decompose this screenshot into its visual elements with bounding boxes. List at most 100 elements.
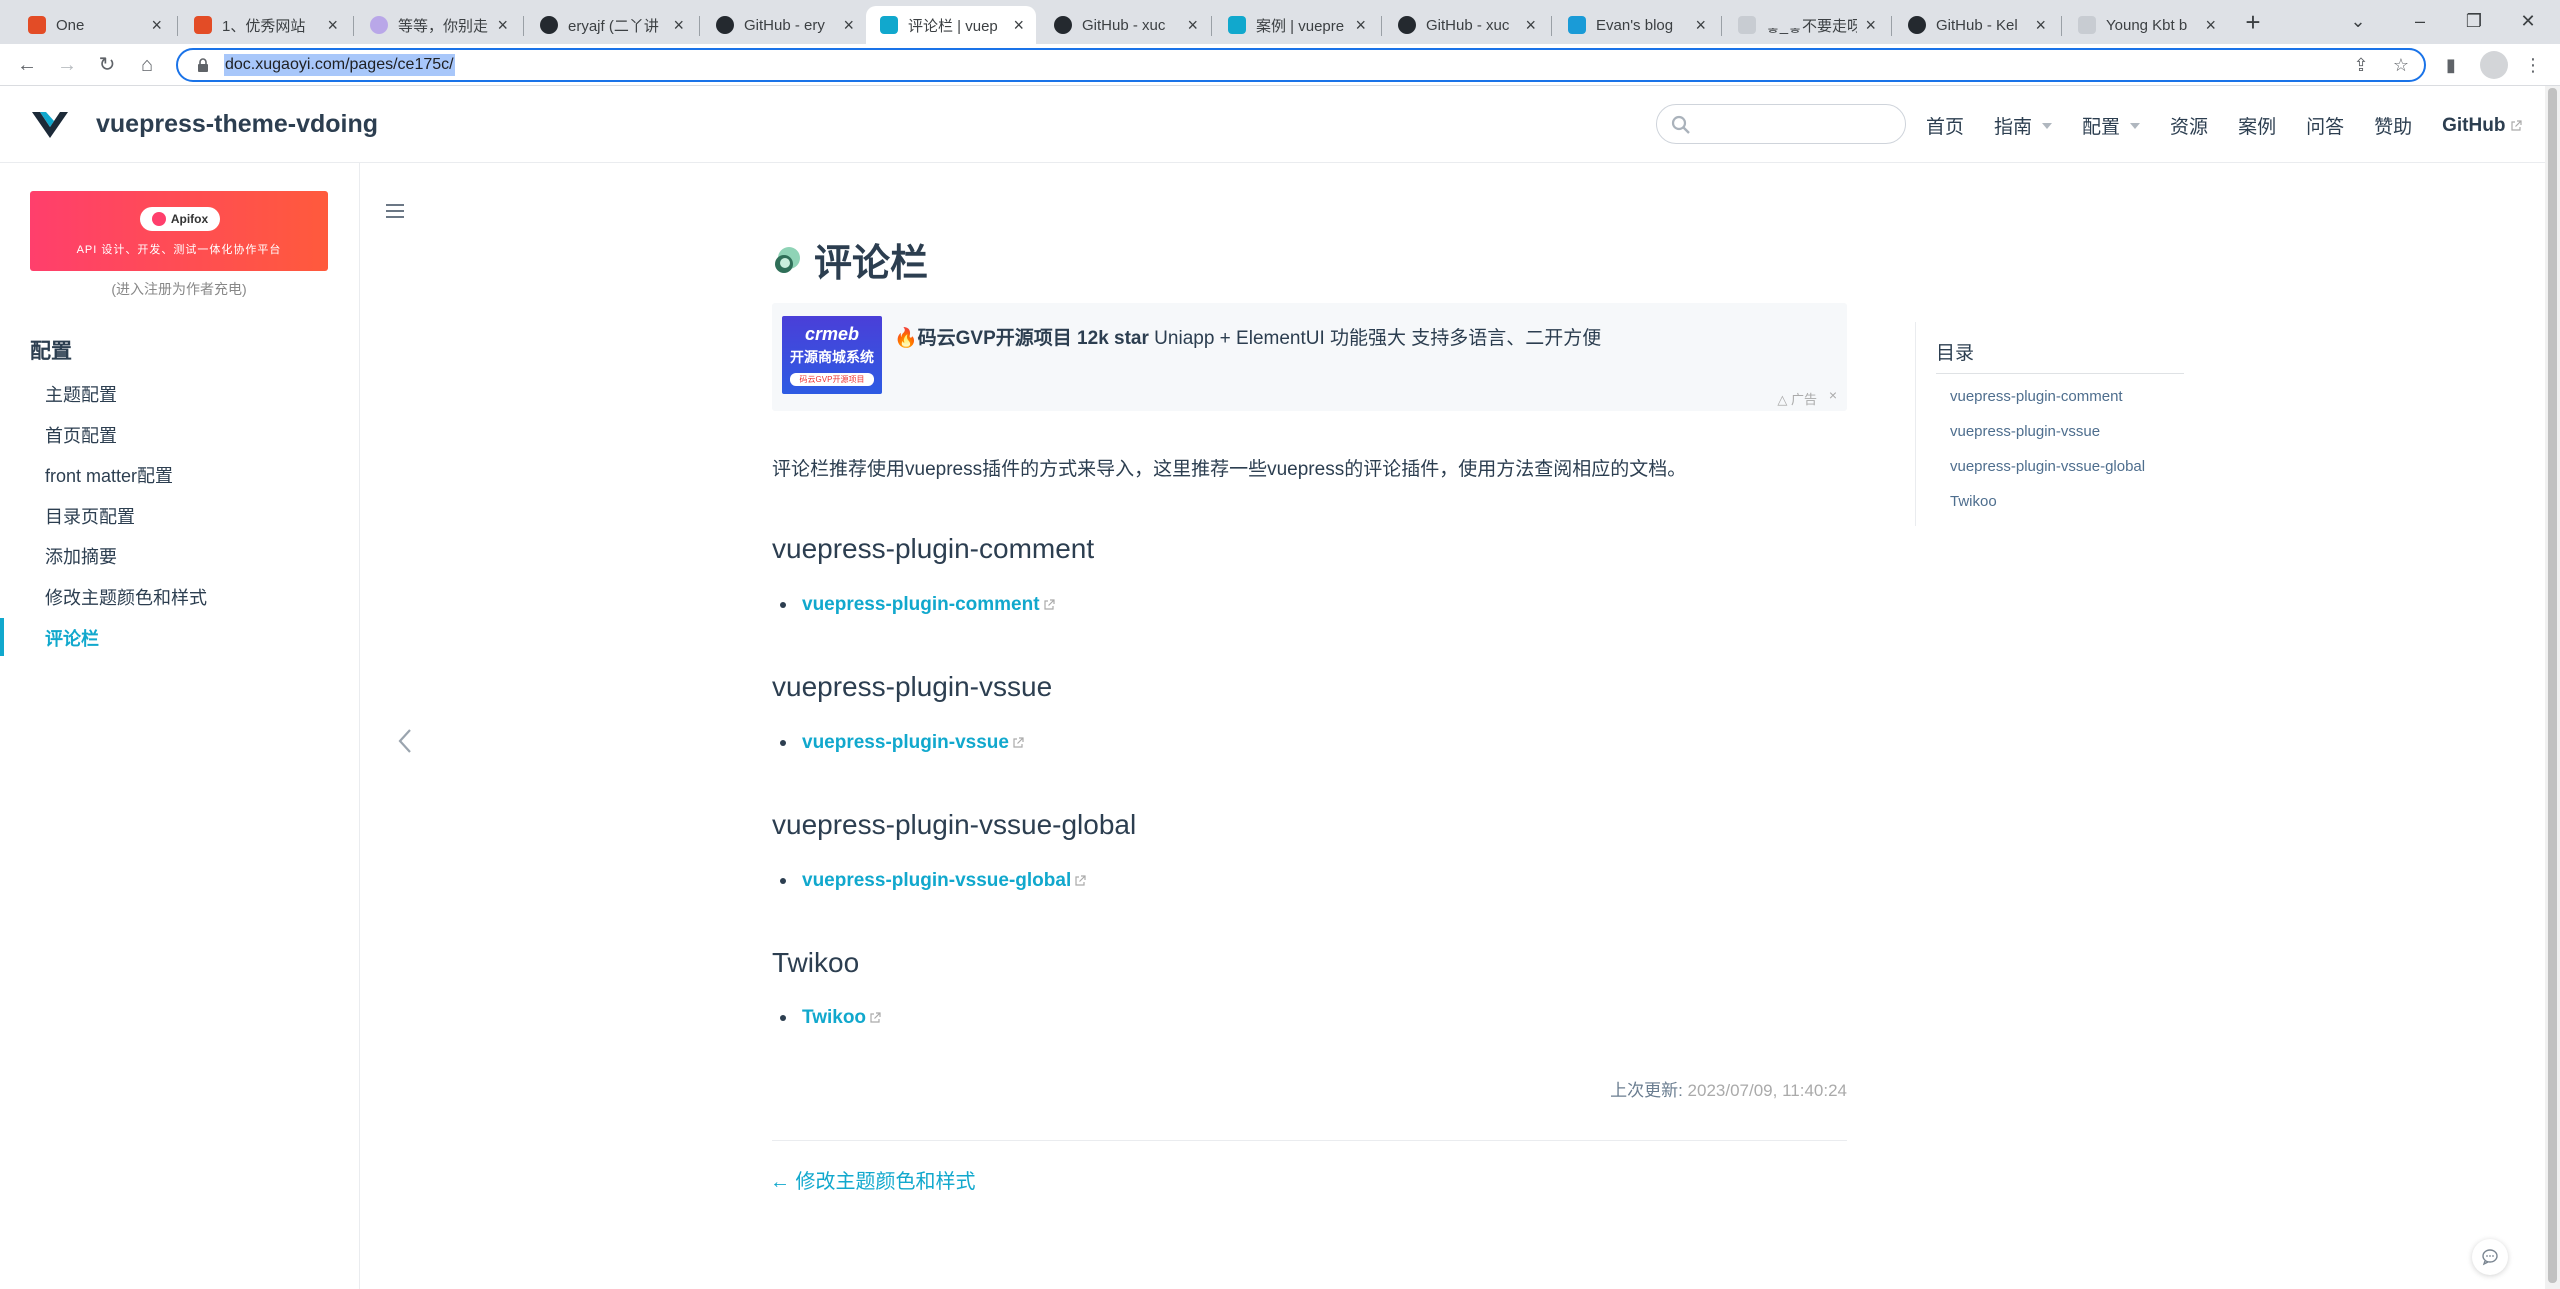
bullet — [780, 1015, 786, 1021]
sidebar-item-theme-config[interactable]: 主题配置 — [45, 381, 117, 407]
browser-tab[interactable]: 等等，你别走 × — [356, 6, 520, 44]
browser-tab[interactable]: eryajf (二丫讲 × — [526, 6, 696, 44]
chevron-left-icon[interactable] — [396, 727, 414, 755]
external-link-icon — [2511, 119, 2523, 131]
tab-close-icon[interactable]: × — [1355, 16, 1366, 34]
browser-tab[interactable]: GitHub - xuc × — [1040, 6, 1210, 44]
sidebar-item-catalogue-config[interactable]: 目录页配置 — [45, 503, 135, 529]
comment-title-icon — [775, 246, 800, 273]
tab-close-icon[interactable]: × — [1865, 16, 1876, 34]
tab-search-chevron-icon[interactable]: ⌄ — [2338, 6, 2378, 36]
external-link-icon — [1043, 599, 1055, 610]
sidebar-ad-note[interactable]: (进入注册为作者充电) — [30, 279, 328, 299]
side-panel-icon[interactable]: ▮ — [2440, 54, 2462, 76]
sidebar: Apifox API 设计、开发、测试一体化协作平台 (进入注册为作者充电) 配… — [0, 163, 360, 1289]
nav-link-sponsor[interactable]: 赞助 — [2374, 112, 2412, 139]
plugin-link[interactable]: Twikoo — [802, 1007, 866, 1029]
tab-favicon-icon — [1568, 16, 1586, 34]
page-divider — [772, 1140, 1847, 1141]
toc-title: 目录 — [1936, 343, 1975, 364]
tab-close-icon[interactable]: × — [1013, 16, 1024, 34]
page-scrollbar-thumb[interactable] — [2548, 88, 2557, 1283]
sidebar-item-comments[interactable]: 评论栏 — [45, 625, 99, 651]
browser-tab[interactable]: Young Kbt b × — [2064, 6, 2228, 44]
home-button[interactable]: ⌂ — [132, 50, 162, 80]
address-bar[interactable]: doc.xugaoyi.com/pages/ce175c/ — [176, 48, 2426, 82]
ad-label: △ 广告 — [1777, 392, 1817, 407]
prev-page-link[interactable]: ← 修改主题颜色和样式 — [770, 1165, 976, 1194]
comment-button[interactable] — [2472, 1239, 2508, 1275]
sidebar-toggle-icon[interactable] — [384, 202, 406, 220]
browser-tab[interactable]: GitHub - ery × — [702, 6, 866, 44]
browser-tab[interactable]: Evan's blog × — [1554, 6, 1718, 44]
toc-item[interactable]: vuepress-plugin-vssue-global — [1950, 458, 2145, 475]
toc-item[interactable]: vuepress-plugin-vssue — [1950, 423, 2100, 440]
content-ad-text[interactable]: 🔥码云GVP开源项目 12k star Uniapp + ElementUI 功… — [894, 323, 1601, 350]
plugin-link[interactable]: vuepress-plugin-comment — [802, 594, 1040, 616]
reload-button[interactable]: ↻ — [92, 50, 122, 80]
tab-close-icon[interactable]: × — [1187, 16, 1198, 34]
tab-close-icon[interactable]: × — [1695, 16, 1706, 34]
vdoing-logo-icon[interactable] — [30, 108, 70, 142]
plugin-link[interactable]: vuepress-plugin-vssue — [802, 732, 1009, 754]
section-heading[interactable]: vuepress-plugin-vssue-global — [772, 809, 1136, 841]
tab-close-icon[interactable]: × — [843, 16, 854, 34]
back-button[interactable]: ← — [12, 50, 42, 80]
share-icon[interactable]: ⇪ — [2350, 54, 2372, 76]
github-icon — [716, 16, 734, 34]
tab-close-icon[interactable]: × — [2035, 16, 2046, 34]
bookmark-star-icon[interactable]: ☆ — [2390, 54, 2412, 76]
nav-link-cases[interactable]: 案例 — [2238, 112, 2276, 139]
browser-tab[interactable]: 案例 | vuepre × — [1214, 6, 1378, 44]
last-updated-time: 2023/07/09, 11:40:24 — [1687, 1081, 1847, 1100]
sidebar-item-frontmatter-config[interactable]: front matter配置 — [45, 462, 173, 488]
tab-close-icon[interactable]: × — [151, 16, 162, 34]
more-menu-icon[interactable]: ⋮ — [2522, 54, 2544, 76]
toc-divider — [1936, 373, 2184, 374]
toc-item[interactable]: Twikoo — [1950, 493, 1997, 510]
section-heading[interactable]: vuepress-plugin-comment — [772, 533, 1094, 565]
tab-favicon-icon — [28, 16, 46, 34]
nav-link-home[interactable]: 首页 — [1926, 112, 1964, 139]
maximize-button[interactable]: ❐ — [2454, 6, 2494, 36]
nav-link-guide[interactable]: 指南 — [1994, 112, 2053, 139]
section-heading[interactable]: Twikoo — [772, 947, 859, 979]
profile-avatar-icon[interactable] — [2480, 51, 2508, 79]
tab-close-icon[interactable]: × — [673, 16, 684, 34]
browser-tab[interactable]: One × — [14, 6, 174, 44]
close-window-button[interactable]: ✕ — [2508, 6, 2548, 36]
nav-link-github[interactable]: GitHub — [2442, 112, 2523, 139]
search-input[interactable] — [1656, 104, 1906, 144]
section-heading[interactable]: vuepress-plugin-vssue — [772, 671, 1052, 703]
sidebar-group-title[interactable]: 配置 — [30, 335, 72, 365]
browser-tab[interactable]: 1、优秀网站 × — [180, 6, 350, 44]
browser-tab[interactable]: ᇂ_ᇂ不要走呀 × — [1724, 6, 1888, 44]
sidebar-ad-text: API 设计、开发、测试一体化协作平台 — [76, 244, 282, 256]
chat-bubble-icon — [2482, 1249, 2498, 1266]
sidebar-ad-banner[interactable]: Apifox API 设计、开发、测试一体化协作平台 — [30, 191, 328, 271]
plugin-link[interactable]: vuepress-plugin-vssue-global — [802, 870, 1071, 892]
sidebar-item-home-config[interactable]: 首页配置 — [45, 422, 117, 448]
forward-button[interactable]: → — [52, 50, 82, 80]
url-text[interactable]: doc.xugaoyi.com/pages/ce175c/ — [224, 54, 455, 76]
nav-link-resources[interactable]: 资源 — [2170, 112, 2208, 139]
site-name[interactable]: vuepress-theme-vdoing — [96, 110, 378, 139]
tab-close-icon[interactable]: × — [327, 16, 338, 34]
tab-close-icon[interactable]: × — [497, 16, 508, 34]
browser-tab[interactable]: GitHub - xuc × — [1384, 6, 1548, 44]
browser-tab-active[interactable]: 评论栏 | vuep × — [866, 6, 1036, 44]
new-tab-button[interactable]: + — [2238, 8, 2268, 38]
tab-close-icon[interactable]: × — [2205, 16, 2216, 34]
nav-link-faq[interactable]: 问答 — [2306, 112, 2344, 139]
sidebar-item-theme-color[interactable]: 修改主题颜色和样式 — [45, 584, 207, 610]
minimize-button[interactable]: – — [2400, 6, 2440, 36]
ad-close-button[interactable]: × — [1829, 387, 1837, 403]
toc-item[interactable]: vuepress-plugin-comment — [1950, 388, 2123, 405]
content-ad[interactable]: crmeb 开源商城系统 码云GVP开源项目 🔥码云GVP开源项目 12k st… — [772, 303, 1847, 411]
browser-tab[interactable]: GitHub - Kel × — [1894, 6, 2058, 44]
tab-favicon-icon — [880, 16, 898, 34]
nav-link-config[interactable]: 配置 — [2082, 112, 2141, 139]
crmeb-ad-image[interactable]: crmeb 开源商城系统 码云GVP开源项目 — [782, 316, 882, 394]
tab-close-icon[interactable]: × — [1525, 16, 1536, 34]
sidebar-item-add-excerpt[interactable]: 添加摘要 — [45, 543, 117, 569]
